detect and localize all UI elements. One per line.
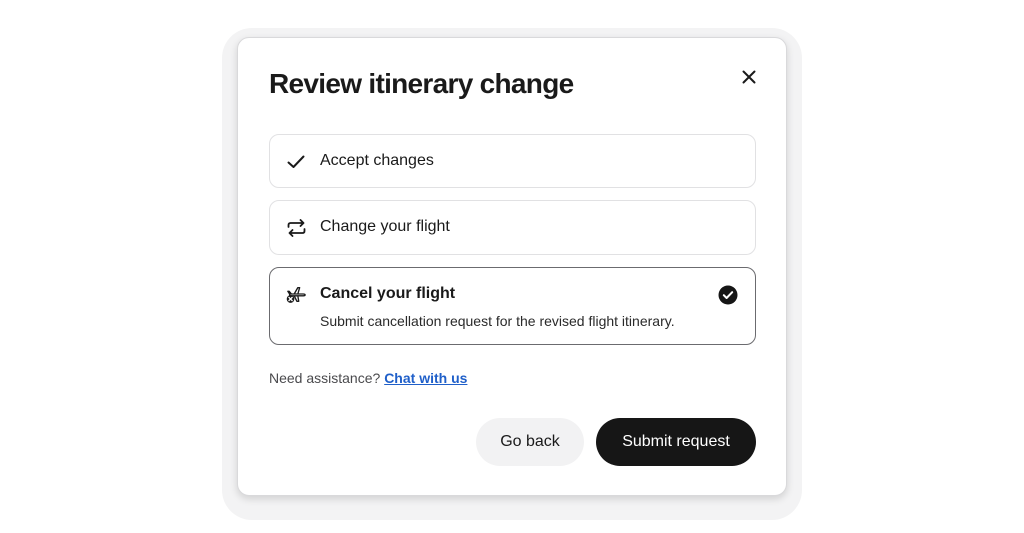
plane-cancel-icon — [286, 284, 306, 304]
assistance-prompt: Need assistance? — [269, 370, 381, 386]
go-back-button[interactable]: Go back — [476, 418, 584, 466]
close-icon — [742, 70, 756, 84]
swap-arrows-icon — [286, 218, 306, 238]
option-label: Accept changes — [320, 152, 434, 169]
option-accept-changes[interactable]: Accept changes — [269, 134, 756, 188]
close-button[interactable] — [737, 65, 761, 89]
submit-request-button[interactable]: Submit request — [596, 418, 756, 466]
dialog-title: Review itinerary change — [269, 68, 574, 99]
option-description: Submit cancellation request for the revi… — [320, 313, 675, 329]
chat-with-us-link[interactable]: Chat with us — [384, 370, 467, 386]
option-change-flight[interactable]: Change your flight — [269, 200, 756, 255]
option-label: Change your flight — [320, 218, 450, 235]
option-cancel-flight[interactable]: Cancel your flight Submit cancellation r… — [269, 267, 756, 345]
assistance-line: Need assistance? Chat with us — [269, 370, 467, 386]
selected-check-icon — [718, 285, 738, 305]
itinerary-change-dialog: Review itinerary change Accept changes C… — [237, 37, 787, 496]
checkmark-icon — [286, 152, 306, 172]
option-label: Cancel your flight — [320, 285, 456, 302]
